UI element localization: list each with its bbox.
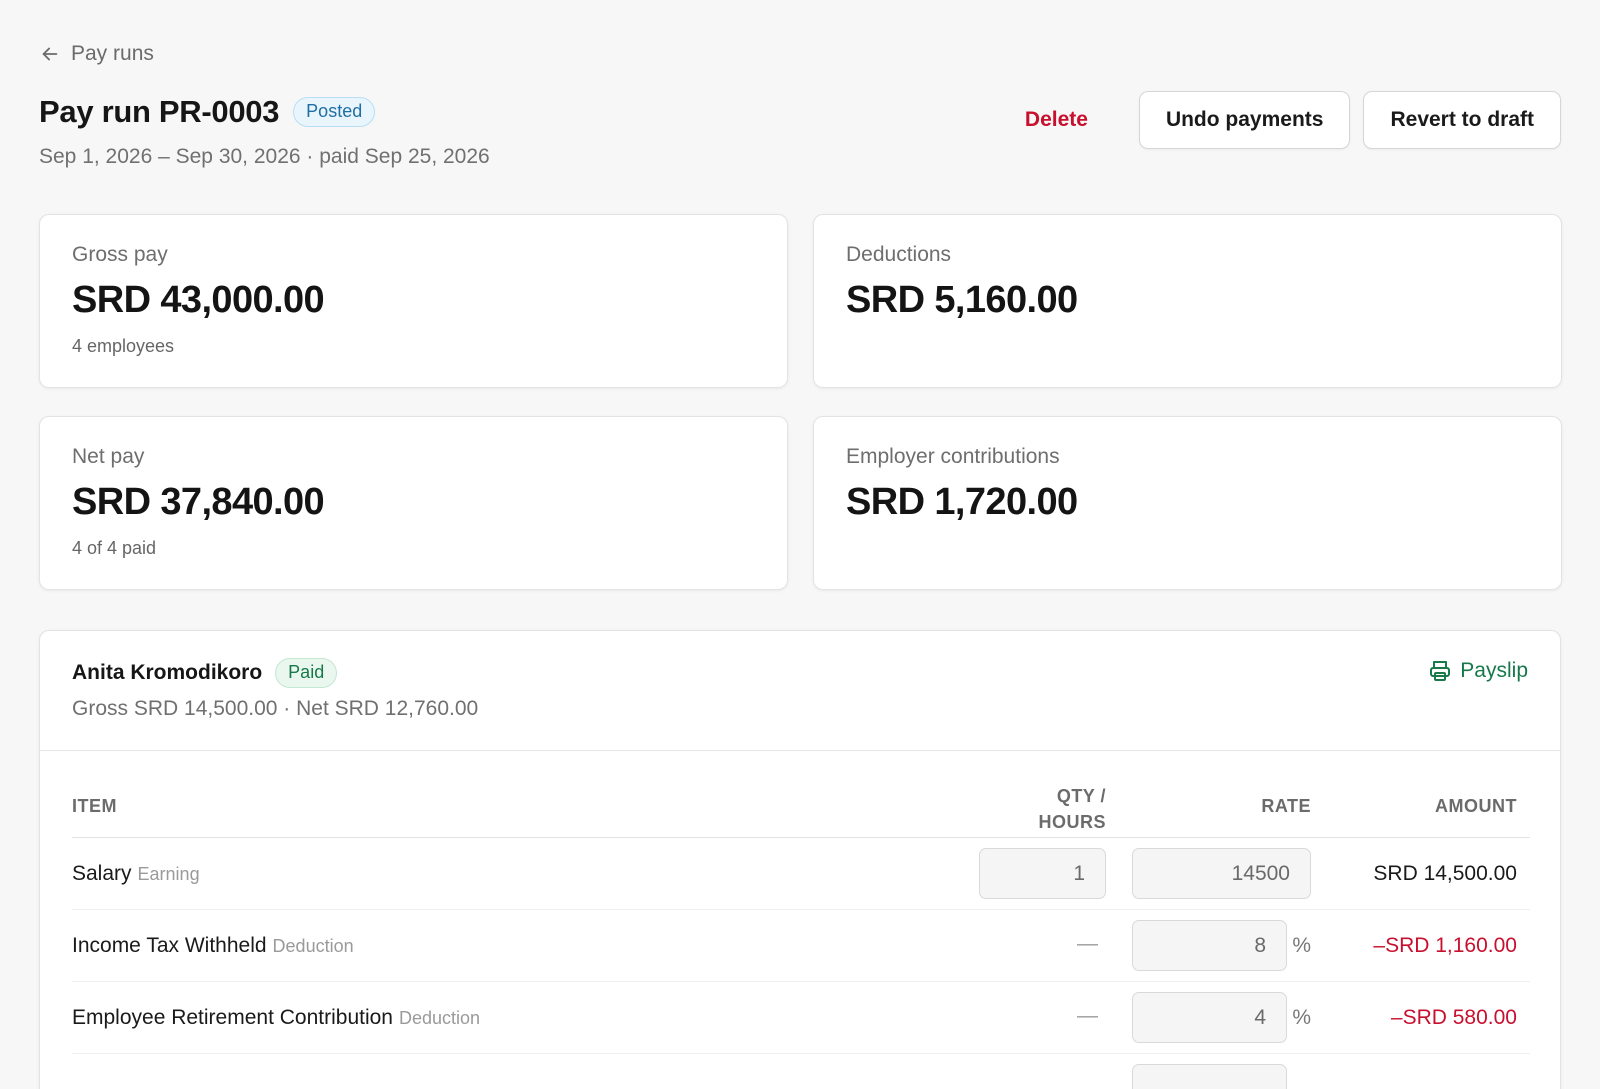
- column-header-item: Item: [72, 796, 117, 816]
- page-title: Pay run PR-0003: [39, 94, 280, 129]
- column-header-qty-line1: Qty /: [1056, 786, 1106, 806]
- card-value: SRD 43,000.00: [72, 279, 325, 321]
- card-label: Net pay: [72, 445, 145, 468]
- card-value: SRD 37,840.00: [72, 481, 325, 523]
- rate-input[interactable]: [1132, 848, 1311, 899]
- column-header-rate: Rate: [1261, 796, 1311, 816]
- paid-badge: Paid: [275, 658, 338, 688]
- item-type: Deduction: [399, 1008, 481, 1028]
- payslip-link[interactable]: Payslip: [1428, 659, 1528, 683]
- delete-button[interactable]: Delete: [1025, 108, 1126, 132]
- line-items-table: Item Qty / Hours Rate Amount Salary Earni…: [72, 766, 1530, 1089]
- card-value: SRD 1,720.00: [846, 481, 1078, 523]
- item-name: Income Tax Withheld: [72, 934, 267, 957]
- page-header: Pay run PR-0003 Posted: [39, 94, 376, 130]
- card-label: Employer contributions: [846, 445, 1060, 468]
- amount-cell: –SRD 1,160.00: [1373, 934, 1517, 957]
- rate-input[interactable]: [1132, 992, 1287, 1043]
- item-name: Employee Retirement Contribution: [72, 1006, 393, 1029]
- item-cell: Salary Earning: [72, 862, 200, 886]
- employee-pay-summary: Gross SRD 14,500.00 · Net SRD 12,760.00: [72, 697, 479, 720]
- employee-header: Anita Kromodikoro Paid Gross SRD 14,500.…: [40, 631, 1560, 751]
- table-row: SalaryEarning SRD 14,500.00: [72, 838, 1530, 910]
- item-cell: Income Tax Withheld Deduction: [72, 934, 354, 958]
- qty-input[interactable]: [979, 848, 1106, 899]
- table-row: Income Tax WithheldDeduction — % –SRD 1,…: [72, 910, 1530, 982]
- deductions-card: Deductions SRD 5,160.00: [813, 214, 1562, 388]
- arrow-left-icon: [42, 47, 58, 61]
- employee-name: Anita Kromodikoro: [72, 660, 263, 684]
- table-row-partial: [72, 1054, 1530, 1089]
- item-type: Earning: [137, 864, 200, 884]
- undo-payments-button[interactable]: Undo payments: [1138, 91, 1351, 149]
- pay-period-subtitle: Sep 1, 2026 – Sep 30, 2026 · paid Sep 25…: [39, 145, 490, 168]
- percent-unit: %: [1292, 934, 1311, 957]
- card-value: SRD 5,160.00: [846, 279, 1078, 321]
- card-note: 4 of 4 paid: [72, 538, 157, 558]
- column-header-amount: Amount: [1435, 796, 1517, 816]
- pay-run-page: Pay runs Pay run PR-0003 Posted Sep 1, 2…: [0, 0, 1600, 1089]
- table-header: Item Qty / Hours Rate Amount: [72, 766, 1530, 838]
- net-pay-card: Net pay SRD 37,840.00 4 of 4 paid: [39, 416, 788, 590]
- employee-name-row: Anita Kromodikoro Paid: [72, 658, 338, 688]
- item-type: Deduction: [272, 936, 354, 956]
- payslip-label: Payslip: [1460, 659, 1528, 682]
- amount-cell: SRD 14,500.00: [1373, 862, 1517, 885]
- rate-input-partial[interactable]: [1132, 1064, 1287, 1089]
- header-actions: Delete Undo payments Revert to draft: [1025, 91, 1561, 149]
- qty-empty-dash: —: [1077, 932, 1098, 955]
- card-note: 4 employees: [72, 336, 175, 356]
- back-link-label: Pay runs: [71, 42, 154, 65]
- status-badge: Posted: [293, 97, 376, 127]
- qty-empty-dash: —: [1077, 1004, 1098, 1027]
- item-cell: Employee Retirement Contribution Deductio…: [72, 1006, 480, 1030]
- employee-panel: Anita Kromodikoro Paid Gross SRD 14,500.…: [39, 630, 1561, 1089]
- card-label: Gross pay: [72, 243, 168, 266]
- card-label: Deductions: [846, 243, 952, 266]
- rate-input[interactable]: [1132, 920, 1287, 971]
- gross-pay-card: Gross pay SRD 43,000.00 4 employees: [39, 214, 788, 388]
- column-header-qty-line2: Hours: [1038, 812, 1106, 832]
- employer-contributions-card: Employer contributions SRD 1,720.00: [813, 416, 1562, 590]
- item-name: Salary: [72, 862, 132, 885]
- table-row: Employee Retirement Contribution Deductio…: [72, 982, 1530, 1054]
- back-to-pay-runs-link[interactable]: Pay runs: [39, 42, 154, 66]
- amount-cell: –SRD 580.00: [1390, 1006, 1517, 1029]
- percent-unit: %: [1292, 1006, 1311, 1029]
- column-header-qty: Qty / Hours: [986, 783, 1106, 835]
- printer-icon: [1430, 661, 1451, 681]
- revert-to-draft-button[interactable]: Revert to draft: [1363, 91, 1561, 149]
